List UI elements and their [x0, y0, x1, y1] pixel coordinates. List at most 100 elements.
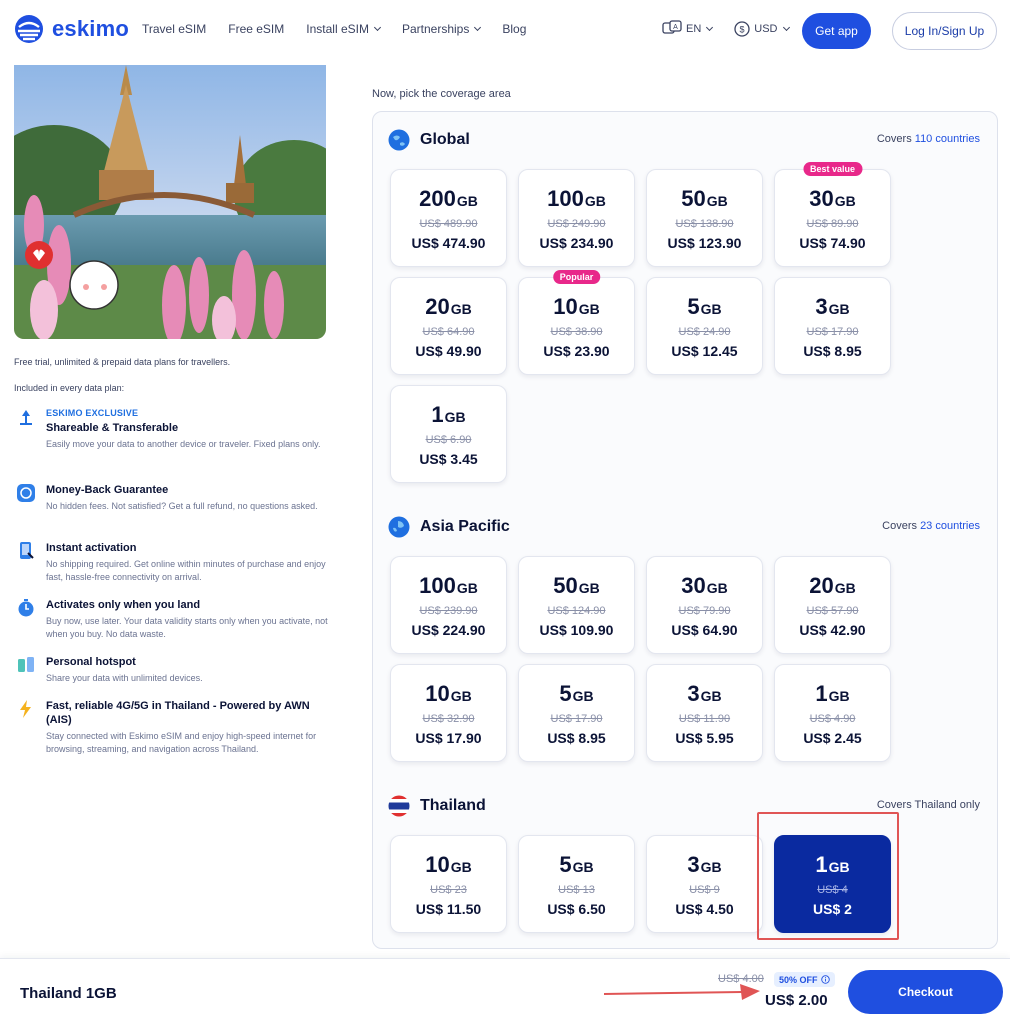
plan-original-price: US$ 38.90: [550, 326, 603, 338]
eskimo-logo[interactable]: eskimo: [14, 14, 129, 44]
plan-card[interactable]: 10GB US$ 32.90 US$ 17.90: [390, 664, 507, 762]
feature-description: Share your data with unlimited devices.: [46, 673, 203, 683]
chevron-down-icon: [373, 23, 382, 32]
plan-data-amount: 3GB: [647, 681, 762, 707]
feature-tag: ESKIMO EXCLUSIVE: [46, 408, 139, 418]
covers-countries-link[interactable]: 23 countries: [920, 520, 980, 532]
plan-price: US$ 234.90: [539, 235, 614, 251]
plan-card[interactable]: Best value 30GB US$ 89.90 US$ 74.90: [774, 162, 891, 267]
info-icon[interactable]: [820, 975, 830, 984]
plan-gb-value: 5: [559, 852, 572, 877]
nav-item-install-esim[interactable]: Install eSIM: [306, 22, 382, 36]
plan-price: US$ 42.90: [799, 622, 866, 638]
plan-gb-unit: GB: [700, 301, 722, 317]
plan-original-price: US$ 138.90: [675, 218, 734, 230]
thailand-flag-icon: [388, 795, 410, 817]
nav-item-partnerships[interactable]: Partnerships: [401, 22, 482, 36]
plan-original-price: US$ 11.90: [678, 713, 731, 725]
translate-icon: A: [662, 20, 682, 34]
plan-card[interactable]: 5GB US$ 13 US$ 6.50: [518, 835, 635, 933]
plan-badge: Best value: [802, 162, 863, 176]
final-price: US$ 2.00: [765, 992, 828, 1009]
nav-item-label: Travel eSIM: [142, 22, 207, 36]
plan-card[interactable]: Popular 10GB US$ 38.90 US$ 23.90: [518, 270, 635, 375]
transfer-icon: [16, 408, 36, 428]
language-label: EN: [686, 23, 702, 35]
feature-title: Money-Back Guarantee: [46, 484, 169, 496]
feature-item: Activates only when you land Buy now, use…: [14, 598, 334, 658]
nav-item-free-esim[interactable]: Free eSIM: [228, 22, 284, 36]
get-app-button[interactable]: Get app: [802, 13, 871, 49]
plan-card[interactable]: 100GB US$ 239.90 US$ 224.90: [390, 556, 507, 654]
plan-gb-unit: GB: [834, 193, 856, 209]
nav-item-blog[interactable]: Blog: [502, 22, 526, 36]
feature-description: Easily move your data to another device …: [46, 439, 321, 449]
chevron-down-icon: [782, 23, 790, 32]
arrow-annotation-icon: [603, 984, 760, 1000]
main-nav: Travel eSIM Free eSIM Install eSIM Partners…: [142, 22, 526, 36]
coverage-count: Covers 110 countries: [877, 133, 980, 145]
nav-item-travel-esim[interactable]: Travel eSIM: [142, 22, 206, 36]
plan-price: US$ 49.90: [415, 343, 482, 359]
plan-card[interactable]: 100GB US$ 249.90 US$ 234.90: [518, 169, 635, 267]
feature-item: Money-Back Guarantee No hidden fees. Not …: [14, 483, 334, 543]
plan-original-price: US$ 57.90: [806, 605, 859, 617]
plan-price: US$ 224.90: [411, 622, 486, 638]
plan-data-amount: 100GB: [519, 186, 634, 212]
plan-original-price: US$ 4.90: [809, 713, 856, 725]
currency-selector[interactable]: $ USD: [734, 21, 790, 37]
plan-gb-value: 200: [419, 186, 456, 211]
nav-item-label: Blog: [502, 22, 527, 36]
plan-price: US$ 2.45: [803, 730, 862, 746]
covers-countries-link[interactable]: 110 countries: [915, 133, 980, 145]
plan-gb-unit: GB: [450, 688, 472, 704]
nav-item-label: Partnerships: [401, 22, 470, 36]
nav-item-label: Install eSIM: [306, 22, 369, 36]
plan-card[interactable]: 3GB US$ 11.90 US$ 5.95: [646, 664, 763, 762]
currency-label: USD: [754, 23, 778, 35]
money-back-icon: [16, 483, 36, 503]
coverage-count: Covers 23 countries: [882, 520, 980, 532]
plan-gb-value: 50: [553, 573, 578, 598]
plan-card[interactable]: 3GB US$ 9 US$ 4.50: [646, 835, 763, 933]
covers-prefix: Covers: [882, 520, 921, 532]
plan-card[interactable]: 5GB US$ 17.90 US$ 8.95: [518, 664, 635, 762]
plan-gb-unit: GB: [834, 580, 856, 596]
chevron-down-icon: [706, 23, 714, 32]
plan-card[interactable]: 30GB US$ 79.90 US$ 64.90: [646, 556, 763, 654]
plan-data-amount: 5GB: [519, 852, 634, 878]
plan-original-price: US$ 89.90: [806, 218, 859, 230]
login-signup-button[interactable]: Log In/Sign Up: [892, 12, 997, 50]
plan-card[interactable]: 10GB US$ 23 US$ 11.50: [390, 835, 507, 933]
plan-original-price: US$ 6.90: [425, 434, 472, 446]
plan-card[interactable]: 1GB US$ 4.90 US$ 2.45: [774, 664, 891, 762]
discount-label: 50% OFF: [779, 974, 818, 985]
plan-card[interactable]: 20GB US$ 57.90 US$ 42.90: [774, 556, 891, 654]
plan-gb-value: 100: [419, 573, 456, 598]
plan-data-amount: 5GB: [647, 294, 762, 320]
plan-data-amount: 10GB: [519, 294, 634, 320]
language-selector[interactable]: A EN: [662, 20, 714, 38]
plan-card[interactable]: 3GB US$ 17.90 US$ 8.95: [774, 277, 891, 375]
plan-gb-unit: GB: [456, 580, 478, 596]
plan-original-price: US$ 79.90: [678, 605, 731, 617]
checkout-button[interactable]: Checkout: [848, 970, 1003, 1014]
plan-gb-value: 1: [431, 402, 444, 427]
plan-card[interactable]: 5GB US$ 24.90 US$ 12.45: [646, 277, 763, 375]
plan-card[interactable]: 20GB US$ 64.90 US$ 49.90: [390, 277, 507, 375]
feature-item: Instant activation No shipping required. …: [14, 541, 334, 601]
plan-card[interactable]: 50GB US$ 138.90 US$ 123.90: [646, 169, 763, 267]
plan-card[interactable]: 50GB US$ 124.90 US$ 109.90: [518, 556, 635, 654]
plan-data-amount: 1GB: [775, 681, 890, 707]
plan-original-price: US$ 239.90: [419, 605, 478, 617]
discount-badge: 50% OFF: [774, 972, 835, 987]
plan-data-amount: 100GB: [391, 573, 506, 599]
hotspot-icon: [16, 655, 36, 675]
feature-title: Activates only when you land: [46, 599, 201, 611]
plan-card[interactable]: 200GB US$ 489.90 US$ 474.90: [390, 169, 507, 267]
plan-data-amount: 1GB: [391, 402, 506, 428]
plan-data-amount: 3GB: [647, 852, 762, 878]
plan-original-price: US$ 23: [430, 884, 467, 896]
feature-body: ESKIMO EXCLUSIVE Shareable & Transferable…: [46, 408, 332, 451]
plan-card[interactable]: 1GB US$ 6.90 US$ 3.45: [390, 385, 507, 483]
